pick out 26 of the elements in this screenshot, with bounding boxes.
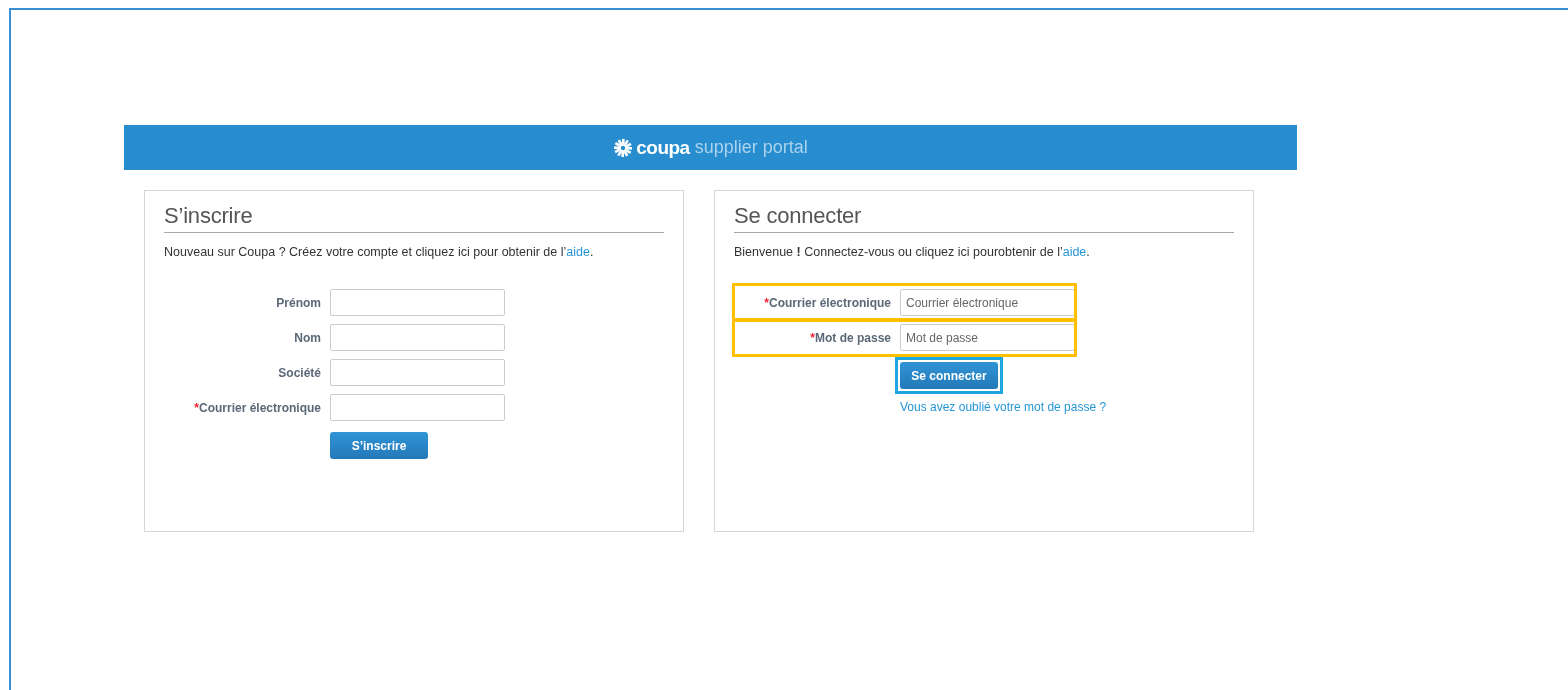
forgot-password-link[interactable]: Vous avez oublié votre mot de passe ? <box>900 400 1107 414</box>
text-field[interactable] <box>330 324 505 351</box>
text-field[interactable]: Mot de passe <box>900 324 1075 351</box>
field-label: Nom <box>294 330 321 345</box>
intro-text: Bienvenue ! Connectez-vous ou cliquez ici pourobtenir de l’aide. <box>734 245 1091 259</box>
field-label: Mot de passe <box>814 330 891 345</box>
text-field[interactable] <box>330 289 505 316</box>
logo-subtitle: supplier portal <box>694 137 808 158</box>
text-field[interactable] <box>330 394 505 421</box>
text-field[interactable] <box>330 359 505 386</box>
required-mark: * <box>810 330 815 345</box>
submit-button[interactable]: S’inscrire <box>330 432 428 459</box>
card-title: S’inscrire <box>164 203 664 233</box>
field-label: Prénom <box>276 295 321 310</box>
required-mark: * <box>764 295 769 310</box>
field-label: Société <box>278 365 321 380</box>
logo-text: coupa <box>636 136 690 159</box>
text-field[interactable]: Courrier électronique <box>900 289 1075 316</box>
card-title: Se connecter <box>734 203 1234 233</box>
sunburst-icon <box>613 138 634 157</box>
submit-button[interactable]: Se connecter <box>900 362 998 389</box>
intro-text: Nouveau sur Coupa ? Créez votre compte et cliquez ici pour obtenir de l’aide. <box>164 245 595 259</box>
field-label: Courrier électronique <box>198 400 321 415</box>
field-label: Courrier électronique <box>768 295 891 310</box>
help-link[interactable]: aide <box>566 245 590 259</box>
required-mark: * <box>194 400 199 415</box>
